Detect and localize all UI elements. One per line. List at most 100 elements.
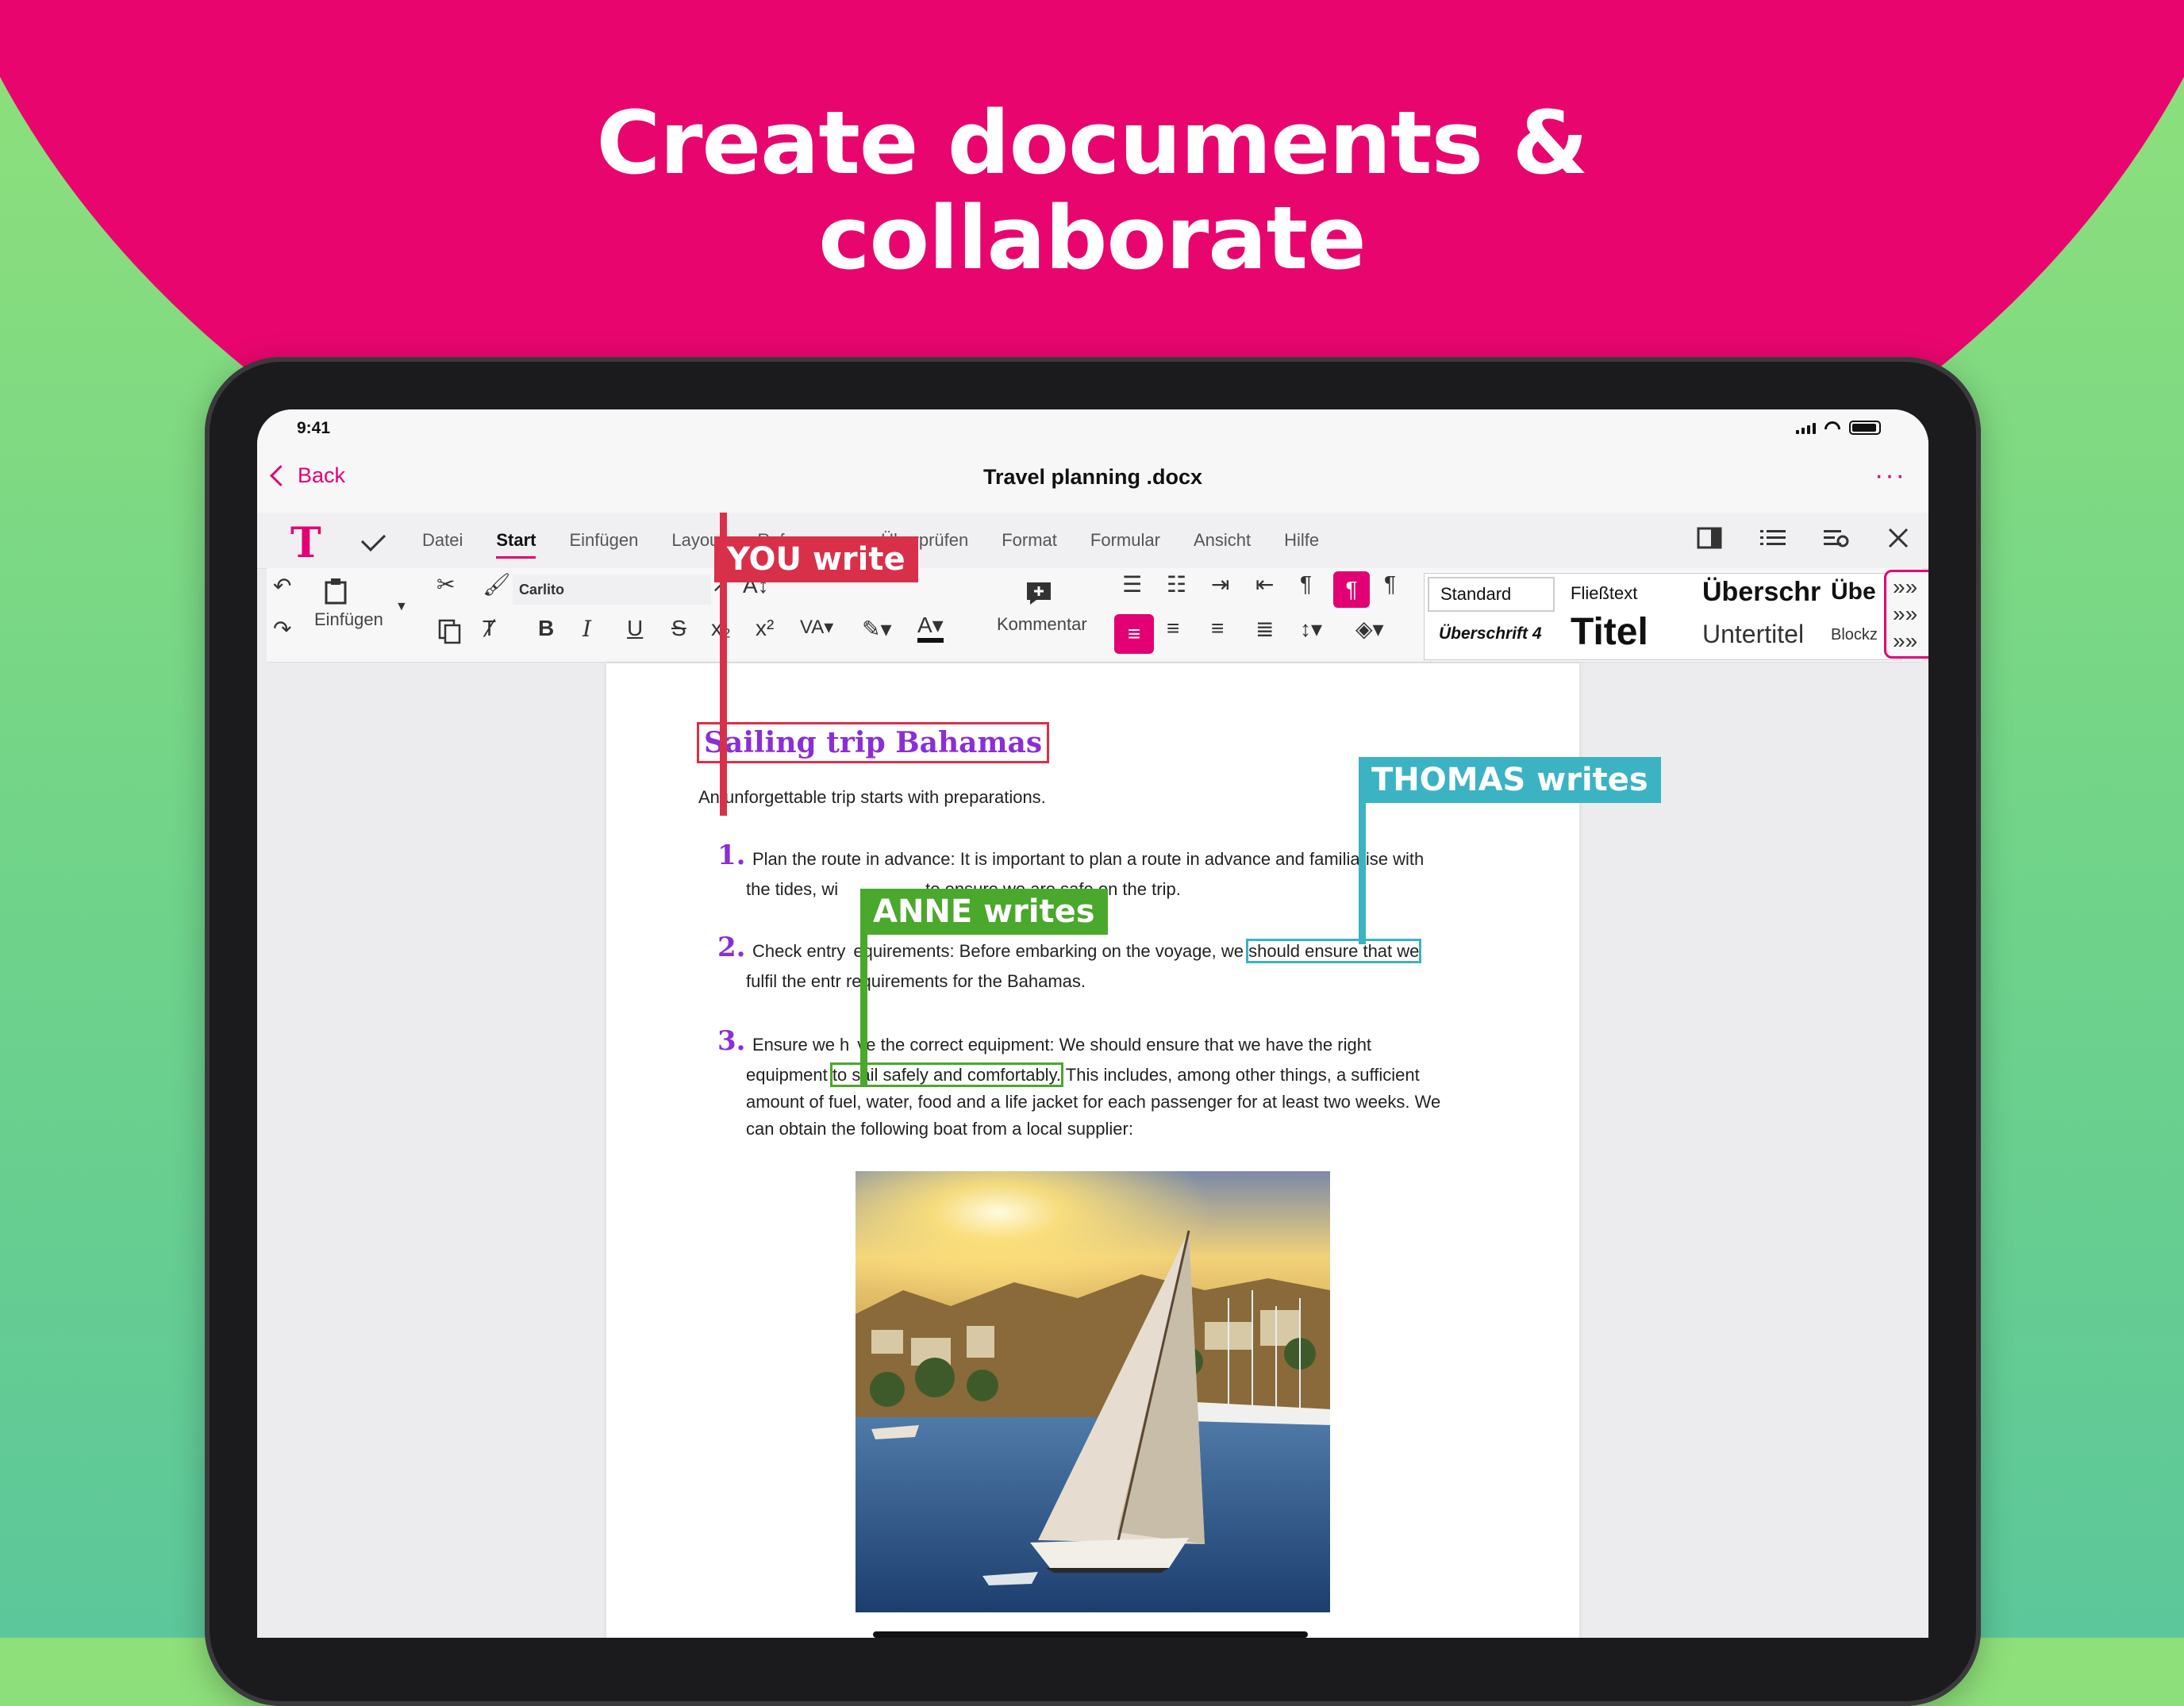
text-span: fulfil the entr — [746, 971, 841, 991]
shading-icon[interactable]: ◈▾ — [1355, 616, 1384, 642]
underline-button[interactable]: U — [627, 616, 643, 641]
close-icon[interactable] — [1887, 527, 1909, 549]
signal-icon — [1796, 421, 1816, 434]
headline-line-1: Create documents & — [596, 92, 1589, 194]
document-heading[interactable]: Sailing trip Bahamas — [697, 722, 1050, 763]
style-untertitel[interactable]: Untertitel — [1702, 620, 1804, 649]
style-ueberschrift-1[interactable]: Überschr — [1702, 577, 1821, 608]
sidebar-panel-icon[interactable] — [1697, 527, 1722, 549]
list-item-3-line-4[interactable]: can obtain the following boat from a loc… — [746, 1116, 1133, 1143]
ribbon-right-icons — [1697, 527, 1909, 549]
list-item-3-line-2[interactable]: equipment to sail safely and comfortably… — [746, 1062, 1420, 1089]
status-time: 9:41 — [297, 419, 331, 437]
status-bar: 9:41 — [257, 409, 1928, 449]
strikethrough-button[interactable]: S — [671, 616, 686, 641]
formatting-toolbar: ↶ ↷ Einfügen ▼ ✂ 🖌 Ⱦ Carlito ↗ A↕ B I U … — [267, 568, 1928, 663]
document-settings-icon[interactable] — [1824, 527, 1849, 549]
font-color-button[interactable]: A▾ — [917, 613, 944, 643]
app-screen: 9:41 Back Travel planning .docx ··· T Da… — [257, 409, 1928, 1638]
tab-format[interactable]: Format — [1002, 530, 1057, 551]
telekom-logo: T — [290, 519, 321, 567]
style-fliesstext[interactable]: Fließtext — [1571, 583, 1637, 604]
undo-icon[interactable]: ↶ — [273, 573, 291, 599]
line-spacing-icon[interactable]: ↕▾ — [1300, 616, 1322, 642]
add-comment-icon[interactable] — [1025, 581, 1052, 606]
bold-button[interactable]: B — [538, 616, 554, 641]
style-gallery: Standard Fließtext Überschr Übe Überschr… — [1424, 573, 1901, 660]
headline: Create documents & collaborate — [0, 95, 2184, 286]
text-span: Ensure we h — [752, 1035, 850, 1055]
tab-hilfe[interactable]: Hilfe — [1284, 530, 1319, 551]
rtl-paragraph-icon[interactable]: ¶ — [1384, 571, 1396, 597]
text-span: miliarise with — [1324, 849, 1425, 869]
bullet-list-icon[interactable]: ☰ — [1122, 571, 1142, 597]
tab-start[interactable]: Start — [496, 530, 536, 559]
ribbon-tab-bar: T DateiStartEinfügenLayoutReferenzenÜber… — [257, 513, 1928, 569]
text-span: Check entry — [752, 941, 846, 961]
wifi-icon — [1824, 421, 1841, 434]
list-item-2-line-2[interactable]: fulfil the entr requirements for the Bah… — [746, 968, 1086, 995]
thomas-highlight: should ensure that we — [1246, 939, 1422, 963]
tab-formular[interactable]: Formular — [1090, 530, 1160, 551]
character-spacing-button[interactable]: VA▾ — [800, 616, 833, 639]
checkmark-icon[interactable] — [360, 526, 386, 552]
highlight-color-button[interactable]: ✎▾ — [862, 616, 892, 642]
align-left-button[interactable]: ≡ — [1114, 614, 1154, 654]
list-item-2-line-1[interactable]: Check entry equirements: Before embarking… — [752, 938, 1422, 965]
paste-button[interactable]: Einfügen — [314, 609, 383, 630]
headline-line-2: collaborate — [818, 187, 1366, 289]
numbered-list-icon[interactable]: ☷ — [1167, 571, 1186, 597]
list-item-3-line-3[interactable]: amount of fuel, water, food and a life j… — [746, 1089, 1440, 1116]
you-callout: YOU write — [714, 536, 918, 582]
text-span: This includes, among other things, a suf… — [1065, 1065, 1420, 1085]
status-icons — [1796, 421, 1881, 435]
superscript-button[interactable]: x² — [756, 616, 774, 641]
list-item-3-line-1[interactable]: Ensure we h ve the correct equipment: We … — [752, 1032, 1371, 1059]
italic-button[interactable]: I — [583, 616, 591, 642]
style-blockzitat[interactable]: Blockz — [1831, 626, 1878, 644]
style-ueberschrift-2[interactable]: Übe — [1831, 578, 1876, 605]
tab-datei[interactable]: Datei — [422, 530, 463, 551]
battery-icon — [1849, 421, 1881, 435]
double-chevron-icon: »»»»»» — [1893, 574, 1918, 653]
indent-decrease-icon[interactable]: ⇤ — [1255, 571, 1274, 597]
paragraph-marks-icon[interactable]: ¶ — [1300, 571, 1312, 597]
tab-einfügen[interactable]: Einfügen — [569, 530, 638, 551]
font-name-input[interactable]: Carlito — [513, 574, 711, 605]
redo-icon[interactable]: ↷ — [273, 616, 291, 642]
align-center-icon[interactable]: ≡ — [1167, 616, 1179, 641]
text-span: equipment — [746, 1065, 828, 1085]
text-span: ve the correct equipment: We should ensu… — [857, 1035, 1372, 1055]
clipboard-icon[interactable] — [324, 578, 348, 605]
anne-callout: ANNE writes — [860, 889, 1108, 935]
list-view-icon[interactable] — [1760, 527, 1786, 549]
list-number: 3. — [717, 1025, 746, 1057]
style-gallery-expand-button[interactable]: »»»»»» — [1884, 570, 1928, 659]
align-right-icon[interactable]: ≡ — [1211, 616, 1224, 641]
document-intro[interactable]: An unforgettable trip starts with prepar… — [698, 784, 1046, 811]
style-ueberschrift-4[interactable]: Überschrift 4 — [1439, 624, 1542, 644]
cut-icon[interactable]: ✂ — [436, 571, 455, 597]
indent-increase-icon[interactable]: ⇥ — [1211, 571, 1229, 597]
sailboat-photo[interactable] — [856, 1171, 1330, 1612]
paste-dropdown-arrow[interactable]: ▼ — [395, 600, 408, 614]
more-options-button[interactable]: ··· — [1874, 460, 1906, 491]
copy-icon[interactable] — [438, 619, 462, 644]
format-painter-icon[interactable]: 🖌 — [483, 571, 511, 597]
tab-ansicht[interactable]: Ansicht — [1194, 530, 1251, 551]
text-span: the tides, wi — [746, 879, 839, 899]
nav-bar: Back Travel planning .docx ··· — [257, 449, 1928, 513]
style-standard[interactable]: Standard — [1428, 577, 1555, 612]
ltr-paragraph-button[interactable]: ¶ — [1333, 571, 1370, 608]
document-page: Sailing trip Bahamas An unforgettable tr… — [606, 663, 1579, 1638]
comment-button[interactable]: Kommentar — [997, 614, 1087, 635]
clear-format-icon[interactable]: Ⱦ — [483, 616, 496, 641]
list-number: 2. — [717, 932, 746, 963]
style-titel[interactable]: Titel — [1571, 610, 1648, 654]
text-span: Plan the route in advance: It is importa… — [752, 849, 1325, 869]
document-title: Travel planning .docx — [982, 465, 1203, 489]
list-item-1-line-1[interactable]: Plan the route in advance: It is importa… — [752, 846, 1424, 873]
justify-icon[interactable]: ≣ — [1255, 616, 1274, 642]
sailboat-photo-image — [856, 1171, 1330, 1612]
thomas-callout: THOMAS writes — [1359, 757, 1661, 803]
